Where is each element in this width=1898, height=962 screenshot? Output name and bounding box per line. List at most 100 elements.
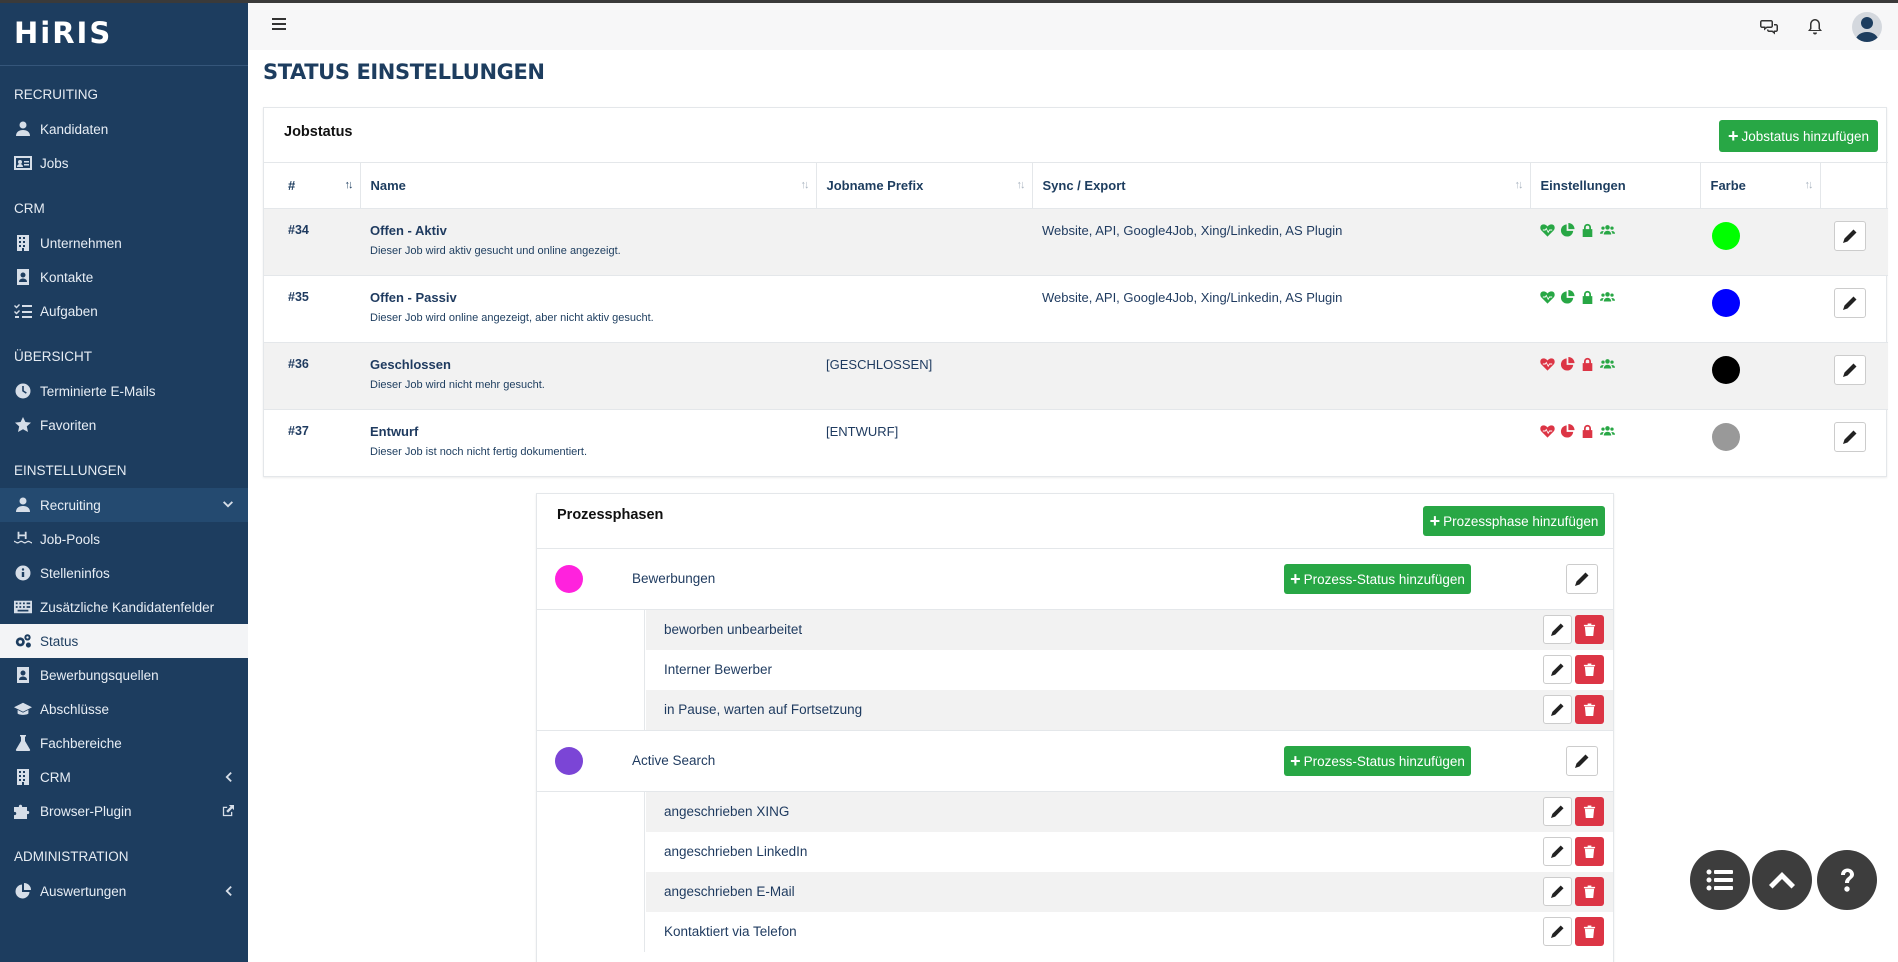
list-item: beworben unbearbeitet	[646, 610, 1613, 650]
cogs-icon	[14, 632, 36, 650]
question-icon	[1841, 868, 1854, 892]
table-row: #37 Entwurf Dieser Job ist noch nicht fe…	[264, 409, 1888, 477]
sidebar-item-fachbereiche[interactable]: Fachbereiche	[0, 726, 248, 760]
delete-status-button[interactable]	[1575, 837, 1604, 866]
edit-status-button[interactable]	[1543, 877, 1572, 906]
scroll-top-button[interactable]	[1752, 850, 1812, 910]
row-name: Offen - Passiv	[370, 290, 457, 305]
sidebar-item-terminierte-emails[interactable]: Terminierte E-Mails	[0, 374, 248, 408]
edit-button[interactable]	[1834, 355, 1866, 385]
color-swatch	[1712, 289, 1740, 317]
lock-icon	[1582, 290, 1593, 304]
swimming-pool-icon	[14, 530, 36, 548]
add-prozess-status-button[interactable]: + Prozess-Status hinzufügen	[1284, 746, 1471, 776]
list-item: angeschrieben XING	[646, 792, 1613, 832]
sidebar-item-aufgaben[interactable]: Aufgaben	[0, 294, 248, 328]
column-header-prefix[interactable]: Jobname Prefix ↑↓	[816, 162, 1033, 209]
pencil-icon	[1551, 703, 1564, 716]
sidebar-item-stelleninfos[interactable]: Stelleninfos	[0, 556, 248, 590]
row-actions	[1820, 275, 1888, 343]
row-description: Dieser Job ist noch nicht fertig dokumen…	[370, 446, 588, 458]
users-icon	[1600, 359, 1615, 369]
sidebar-item-status[interactable]: Status	[0, 624, 248, 658]
section-recruiting: RECRUITING	[14, 87, 98, 102]
sidebar-item-browser-plugin[interactable]: Browser-Plugin	[0, 794, 248, 828]
edit-button[interactable]	[1834, 288, 1866, 318]
menu-icon[interactable]	[272, 18, 286, 32]
column-header-name[interactable]: Name ↑↓	[360, 162, 817, 209]
sidebar-item-kontakte[interactable]: Kontakte	[0, 260, 248, 294]
bell-icon[interactable]	[1806, 18, 1824, 36]
edit-phase-button[interactable]	[1566, 564, 1598, 594]
sidebar-item-crm-settings[interactable]: CRM	[0, 760, 248, 794]
row-name: Geschlossen	[370, 357, 451, 372]
sidebar-item-job-pools[interactable]: Job-Pools	[0, 522, 248, 556]
row-prefix: [GESCHLOSSEN]	[816, 342, 1032, 410]
list-item: in Pause, warten auf Fortsetzung	[646, 690, 1613, 730]
sidebar-item-bewerbungsquellen[interactable]: Bewerbungsquellen	[0, 658, 248, 692]
chevron-down-icon	[222, 488, 234, 522]
edit-status-button[interactable]	[1543, 695, 1572, 724]
edit-button[interactable]	[1834, 221, 1866, 251]
pie-chart-icon	[14, 882, 36, 900]
top-strip	[0, 0, 1898, 3]
add-prozessphase-button[interactable]: + Prozessphase hinzufügen	[1423, 506, 1605, 536]
delete-status-button[interactable]	[1575, 615, 1604, 644]
edit-status-button[interactable]	[1543, 797, 1572, 826]
list-fab-button[interactable]	[1690, 850, 1750, 910]
edit-status-button[interactable]	[1543, 917, 1572, 946]
sort-icon: ↑↓	[800, 179, 810, 191]
help-button[interactable]	[1817, 850, 1877, 910]
column-header-id[interactable]: # ↑↓	[264, 162, 361, 209]
chevron-up-icon	[1769, 872, 1795, 889]
users-icon	[1600, 225, 1615, 235]
column-header-sync[interactable]: Sync / Export ↑↓	[1032, 162, 1531, 209]
add-jobstatus-button[interactable]: + Jobstatus hinzufügen	[1719, 120, 1878, 152]
edit-status-button[interactable]	[1543, 837, 1572, 866]
row-description: Dieser Job wird nicht mehr gesucht.	[370, 379, 545, 391]
section-crm: CRM	[14, 201, 45, 216]
lock-icon	[1582, 424, 1593, 438]
logo[interactable]: HiRIS	[0, 0, 248, 66]
edit-phase-button[interactable]	[1566, 746, 1598, 776]
heartbeat-icon	[1540, 425, 1555, 438]
delete-status-button[interactable]	[1575, 655, 1604, 684]
trash-icon	[1583, 703, 1596, 716]
sidebar-item-auswertungen[interactable]: Auswertungen	[0, 874, 248, 908]
edit-status-button[interactable]	[1543, 615, 1572, 644]
row-sync: Website, API, Google4Job, Xing/Linkedin,…	[1032, 208, 1530, 276]
row-name-cell: Entwurf Dieser Job ist noch nicht fertig…	[360, 409, 816, 477]
plus-icon: +	[1290, 569, 1301, 589]
delete-status-button[interactable]	[1575, 695, 1604, 724]
heartbeat-icon	[1540, 358, 1555, 371]
sidebar-item-kandidaten[interactable]: Kandidaten	[0, 112, 248, 146]
trash-icon	[1583, 663, 1596, 676]
info-circle-icon	[14, 564, 36, 582]
edit-status-button[interactable]	[1543, 655, 1572, 684]
sidebar-item-favoriten[interactable]: Favoriten	[0, 408, 248, 442]
delete-status-button[interactable]	[1575, 797, 1604, 826]
users-icon	[1600, 292, 1615, 302]
trash-icon	[1583, 925, 1596, 938]
row-actions	[1820, 208, 1888, 276]
building-icon	[14, 768, 36, 786]
delete-status-button[interactable]	[1575, 877, 1604, 906]
pencil-icon	[1551, 845, 1564, 858]
row-id: #37	[264, 409, 360, 477]
page-title: STATUS EINSTELLUNGEN	[263, 60, 545, 84]
sidebar-item-abschluesse[interactable]: Abschlüsse	[0, 692, 248, 726]
row-settings	[1530, 275, 1700, 343]
delete-status-button[interactable]	[1575, 917, 1604, 946]
chat-icon[interactable]	[1760, 18, 1778, 36]
row-id: #36	[264, 342, 360, 410]
add-prozess-status-button[interactable]: + Prozess-Status hinzufügen	[1284, 564, 1471, 594]
sidebar-item-jobs[interactable]: Jobs	[0, 146, 248, 180]
edit-button[interactable]	[1834, 422, 1866, 452]
user-avatar-icon[interactable]	[1852, 12, 1882, 42]
sidebar-item-kandidatenfelder[interactable]: Zusätzliche Kandidatenfelder	[0, 590, 248, 624]
sidebar-item-recruiting[interactable]: Recruiting	[0, 488, 248, 522]
column-header-color[interactable]: Farbe ↑↓	[1700, 162, 1821, 209]
sidebar-item-unternehmen[interactable]: Unternehmen	[0, 226, 248, 260]
users-icon	[1600, 426, 1615, 436]
trash-icon	[1583, 885, 1596, 898]
